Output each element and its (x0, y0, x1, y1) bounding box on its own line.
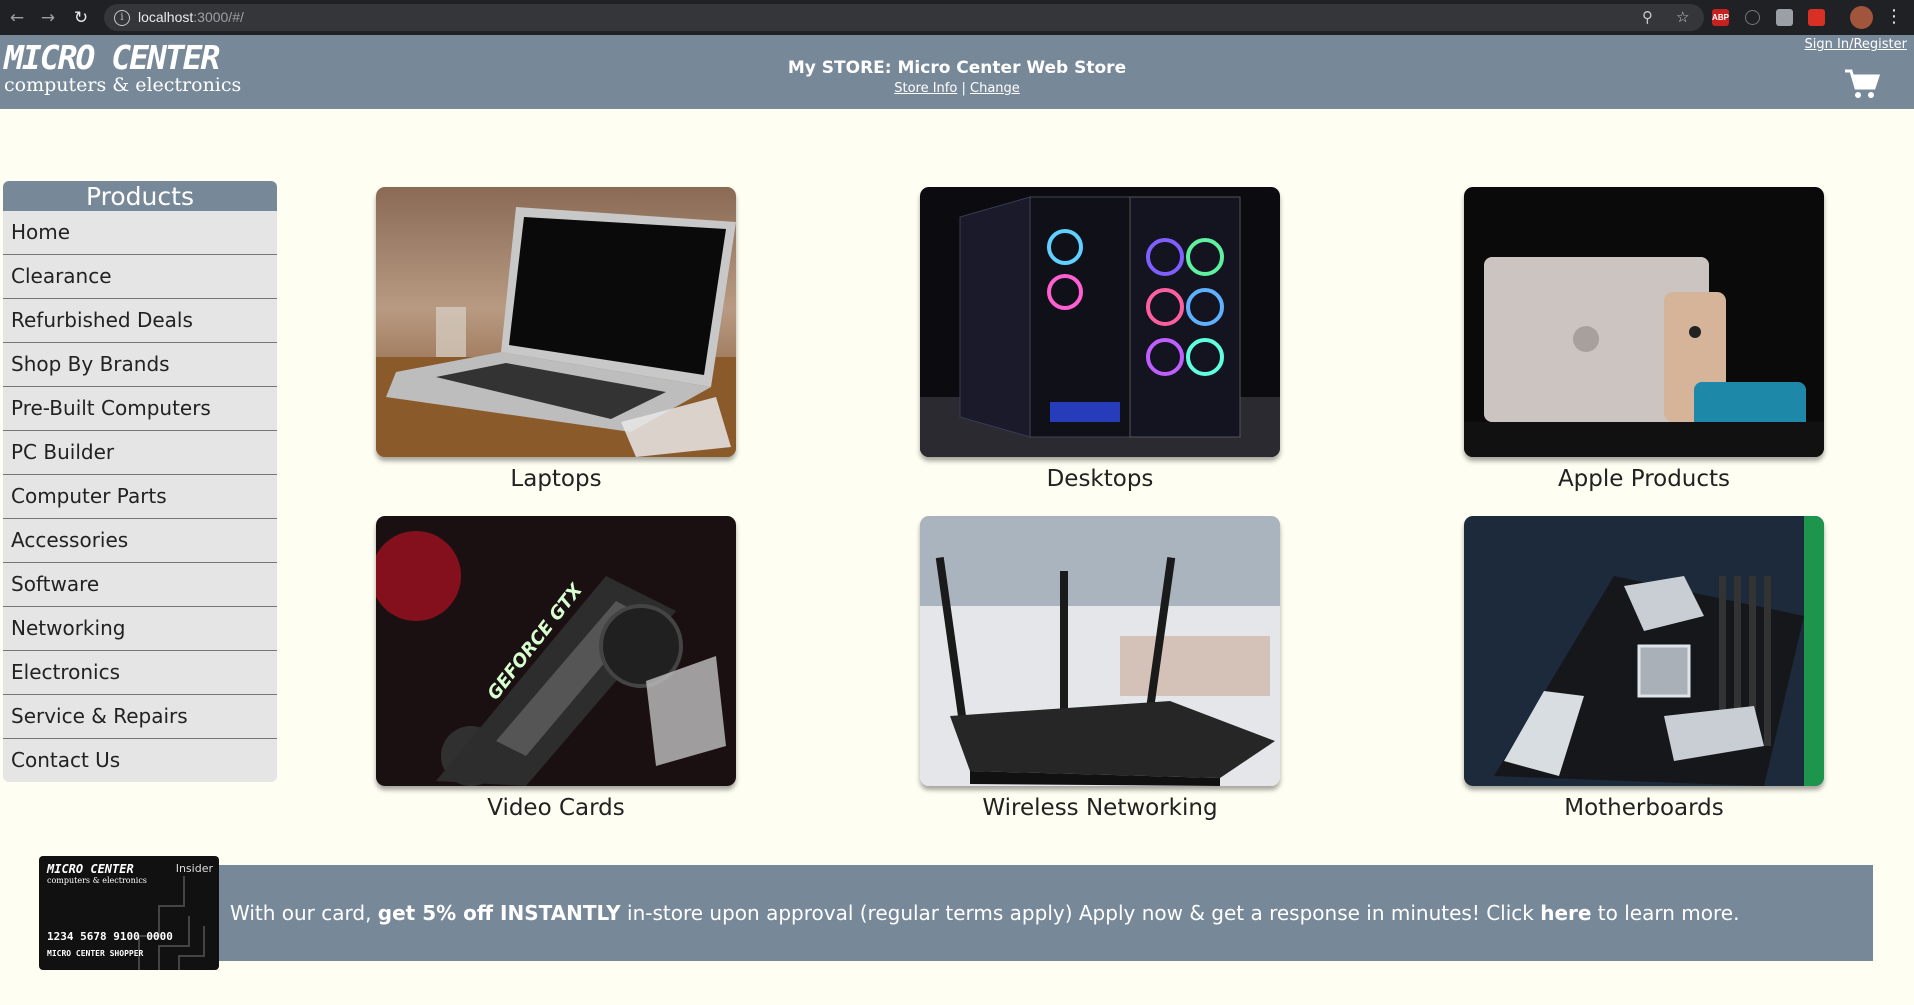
banner-highlight: get 5% off INSTANTLY (377, 901, 621, 925)
browser-menu-icon[interactable]: ⋮ (1885, 6, 1903, 28)
category-tile-video-cards[interactable]: GEFORCE GTX Video Cards (376, 516, 736, 821)
category-tile-desktops[interactable]: Desktops (920, 187, 1280, 492)
laptop-image[interactable] (376, 187, 736, 457)
sidebar-item-software[interactable]: Software (3, 563, 277, 607)
adblock-extension-icon[interactable]: ABP (1712, 9, 1729, 26)
bookmark-star-icon[interactable]: ☆ (1676, 8, 1689, 26)
info-icon[interactable]: i (114, 10, 130, 26)
browser-toolbar: ← → ↻ i localhost:3000/#/ ⚲ ☆ ABP ⋮ (0, 0, 1914, 35)
sidebar-item-networking[interactable]: Networking (3, 607, 277, 651)
sidebar-item-home[interactable]: Home (3, 211, 277, 255)
banner-message: With our card, get 5% off INSTANTLY in-s… (230, 901, 1740, 925)
reload-icon[interactable]: ↻ (70, 7, 92, 29)
card-number: 1234 5678 9100 0000 (47, 930, 173, 943)
category-label[interactable]: Apple Products (1464, 466, 1824, 492)
card-tagline: computers & electronics (47, 876, 147, 885)
sidebar-item-clearance[interactable]: Clearance (3, 255, 277, 299)
profile-avatar[interactable] (1850, 6, 1873, 29)
category-label[interactable]: Motherboards (1464, 795, 1824, 821)
insider-credit-card-image[interactable]: MICRO CENTER computers & electronics Ins… (39, 856, 219, 970)
extension-red-icon[interactable] (1808, 9, 1825, 26)
extension-icon[interactable] (1776, 9, 1793, 26)
sidebar-item-shop-by-brands[interactable]: Shop By Brands (3, 343, 277, 387)
signin-register-link[interactable]: Sign In/Register (1805, 37, 1907, 52)
card-insider-label: Insider (175, 862, 213, 875)
category-label[interactable]: Wireless Networking (920, 795, 1280, 821)
store-info-link[interactable]: Store Info (894, 81, 957, 96)
category-tile-laptops[interactable]: Laptops (376, 187, 736, 492)
cart-icon[interactable] (1844, 68, 1880, 100)
sidebar-item-service-repairs[interactable]: Service & Repairs (3, 695, 277, 739)
apple-products-image[interactable] (1464, 187, 1824, 457)
insider-card-banner: With our card, get 5% off INSTANTLY in-s… (217, 865, 1873, 961)
sidebar-item-electronics[interactable]: Electronics (3, 651, 277, 695)
url-text[interactable]: localhost:3000/#/ (138, 9, 244, 25)
sidebar-item-computer-parts[interactable]: Computer Parts (3, 475, 277, 519)
sidebar-item-pre-built-computers[interactable]: Pre-Built Computers (3, 387, 277, 431)
desktop-image[interactable] (920, 187, 1280, 457)
card-brand: MICRO CENTER (47, 862, 134, 876)
sidebar-item-refurbished-deals[interactable]: Refurbished Deals (3, 299, 277, 343)
address-bar[interactable]: i localhost:3000/#/ ⚲ ☆ (104, 4, 1704, 31)
motherboard-image[interactable] (1464, 516, 1824, 786)
card-holder: MICRO CENTER SHOPPER (47, 949, 144, 958)
router-image[interactable] (920, 516, 1280, 786)
category-tile-apple-products[interactable]: Apple Products (1464, 187, 1824, 492)
sidebar-heading: Products (3, 181, 277, 211)
site-header: MICRO CENTER computers & electronics My … (0, 35, 1914, 109)
sidebar-item-contact-us[interactable]: Contact Us (3, 739, 277, 782)
products-sidebar: Products Home Clearance Refurbished Deal… (3, 181, 277, 782)
category-label[interactable]: Laptops (376, 466, 736, 492)
learn-more-link[interactable]: here (1540, 901, 1591, 925)
sidebar-item-pc-builder[interactable]: PC Builder (3, 431, 277, 475)
forward-icon[interactable]: → (37, 7, 59, 29)
sidebar-item-accessories[interactable]: Accessories (3, 519, 277, 563)
extension-info-icon[interactable] (1745, 10, 1760, 25)
link-separator: | (961, 81, 966, 96)
store-title: My STORE: Micro Center Web Store (787, 58, 1127, 78)
back-icon[interactable]: ← (6, 7, 28, 29)
zoom-icon[interactable]: ⚲ (1642, 8, 1653, 26)
category-label[interactable]: Video Cards (376, 795, 736, 821)
change-store-link[interactable]: Change (970, 81, 1020, 96)
category-tile-wireless-networking[interactable]: Wireless Networking (920, 516, 1280, 821)
category-tile-motherboards[interactable]: Motherboards (1464, 516, 1824, 821)
category-label[interactable]: Desktops (920, 466, 1280, 492)
video-card-image[interactable]: GEFORCE GTX (376, 516, 736, 786)
store-selector: My STORE: Micro Center Web Store Store I… (0, 58, 1914, 96)
